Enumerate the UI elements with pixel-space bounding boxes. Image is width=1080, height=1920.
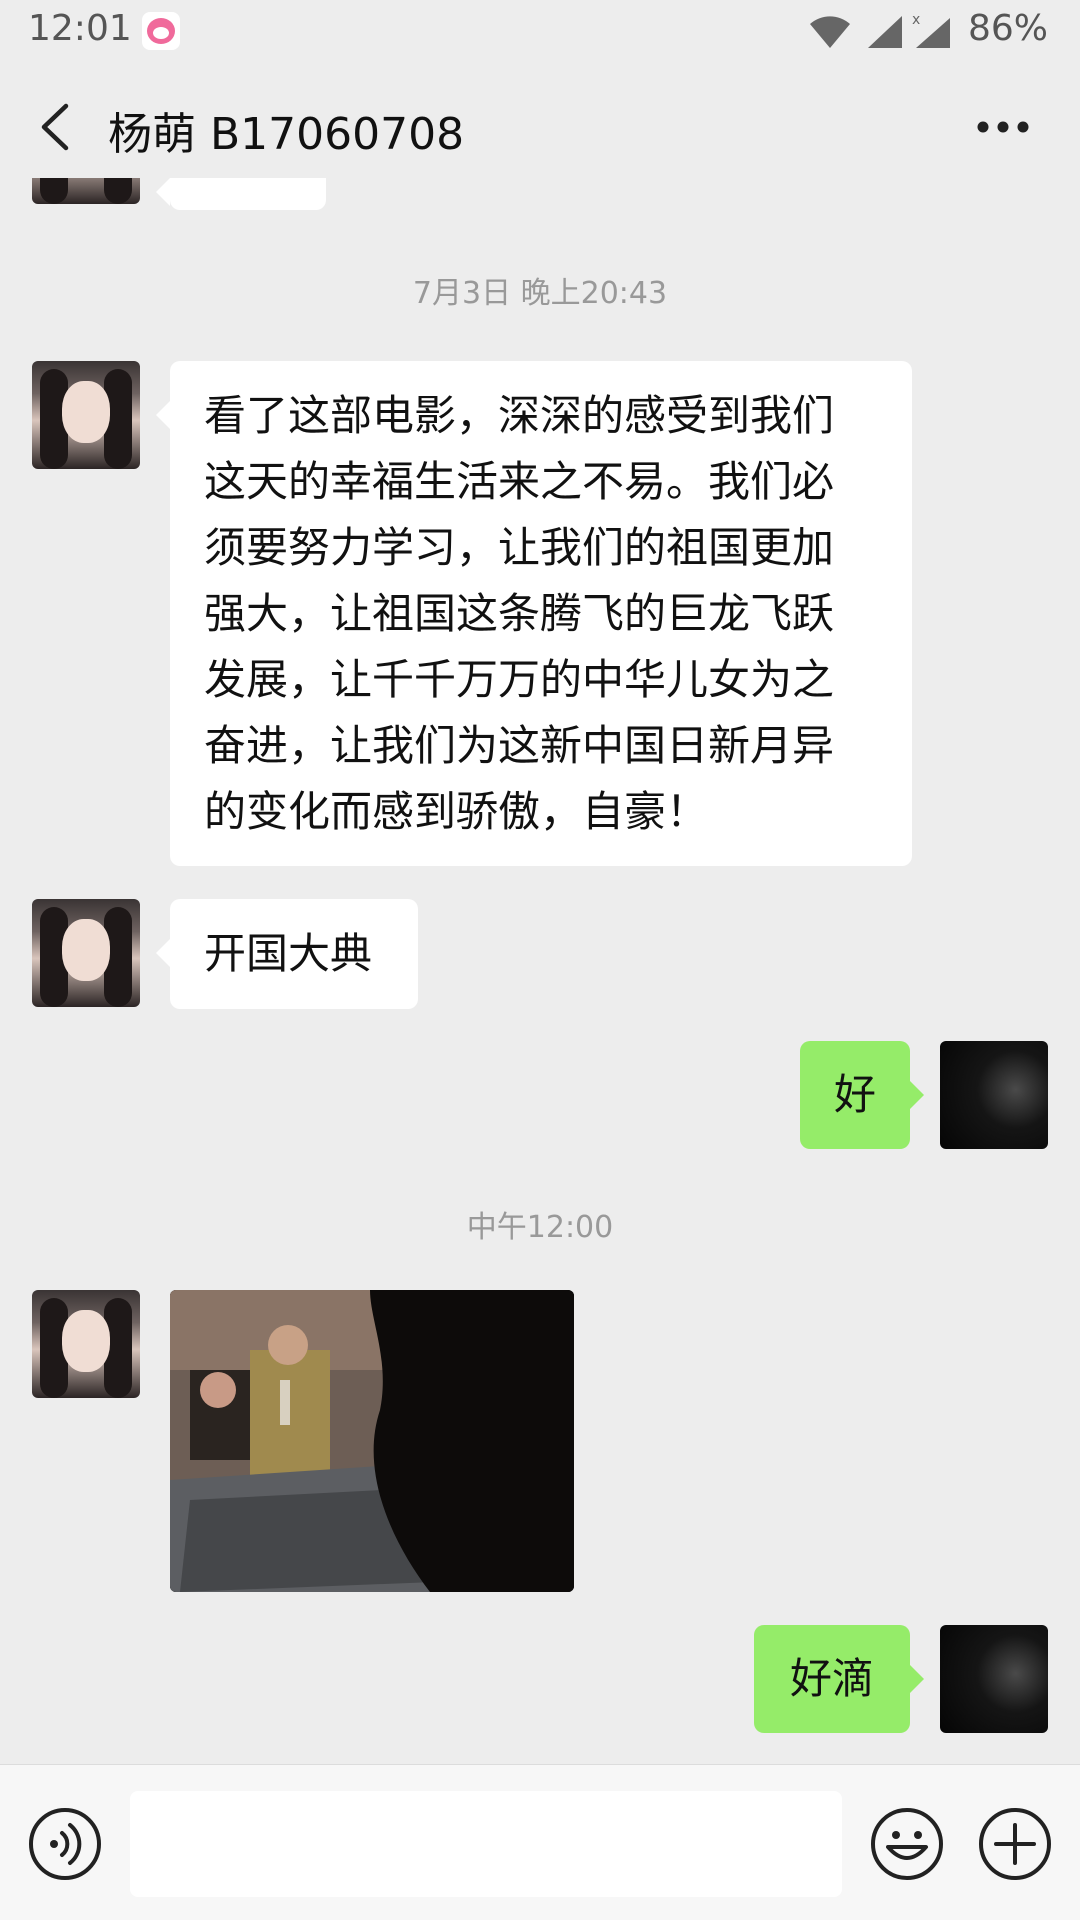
battery-percent: 86% (968, 8, 1049, 49)
svg-text:x: x (912, 12, 920, 28)
message-line: 这天的幸福生活来之不易。我们必 (204, 457, 835, 506)
chat-screen: 12:01 x 86% 杨萌 B17060708 7月3日 晚上20:43 看了… (0, 0, 1080, 1920)
my-avatar[interactable] (940, 1041, 1048, 1149)
more-dots-icon[interactable] (976, 120, 1030, 134)
photo-laptop-screen-image (170, 1290, 574, 1592)
contact-avatar[interactable] (32, 361, 140, 469)
message-text: 开国大典 (204, 929, 373, 978)
contact-avatar[interactable] (32, 1290, 140, 1398)
chat-title: 杨萌 B17060708 (108, 109, 465, 160)
emoji-icon[interactable] (870, 1807, 944, 1881)
plus-icon[interactable] (978, 1807, 1052, 1881)
input-bar (0, 1764, 1080, 1920)
my-message-bubble[interactable]: 好滴 (754, 1625, 924, 1733)
status-time: 12:01 (28, 8, 132, 49)
status-bar: 12:01 x 86% (0, 0, 1080, 62)
my-message-bubble[interactable]: 好 (800, 1041, 924, 1149)
voice-icon[interactable] (28, 1807, 102, 1881)
contact-avatar[interactable] (32, 899, 140, 1007)
message-line: 的变化而感到骄傲，自豪！ (204, 787, 709, 836)
previous-message-bubble[interactable] (156, 178, 326, 210)
chat-message-list[interactable]: 7月3日 晚上20:43 看了这部电影，深深的感受到我们 这天的幸福生活来之不易… (0, 178, 1080, 1764)
message-timestamp: 7月3日 晚上20:43 (412, 276, 668, 311)
image-message[interactable] (170, 1290, 574, 1592)
message-bubble[interactable]: 开国大典 (156, 899, 418, 1009)
message-timestamp: 中午12:00 (466, 1210, 614, 1245)
message-line: 发展，让千千万万的中华儿女为之 (204, 655, 835, 704)
wifi-icon (810, 16, 850, 48)
signal-icon-no-sim: x (912, 12, 950, 48)
my-avatar[interactable] (940, 1625, 1048, 1733)
message-text: 好 (833, 1070, 876, 1119)
message-line: 强大，让祖国这条腾飞的巨龙飞跃 (204, 589, 835, 638)
contact-avatar[interactable] (32, 178, 140, 204)
signal-icon (868, 16, 902, 48)
message-line: 须要努力学习，让我们的祖国更加 (204, 523, 835, 572)
message-line: 奋进，让我们为这新中国日新月异 (204, 721, 835, 770)
notification-app-icon (142, 12, 180, 50)
message-input[interactable] (130, 1791, 842, 1897)
back-arrow-icon[interactable] (36, 102, 72, 152)
message-line: 看了这部电影，深深的感受到我们 (204, 391, 835, 440)
chat-header: 杨萌 B17060708 (0, 62, 1080, 192)
message-bubble[interactable]: 看了这部电影，深深的感受到我们 这天的幸福生活来之不易。我们必 须要努力学习，让… (156, 361, 912, 866)
message-text: 好滴 (789, 1654, 874, 1703)
